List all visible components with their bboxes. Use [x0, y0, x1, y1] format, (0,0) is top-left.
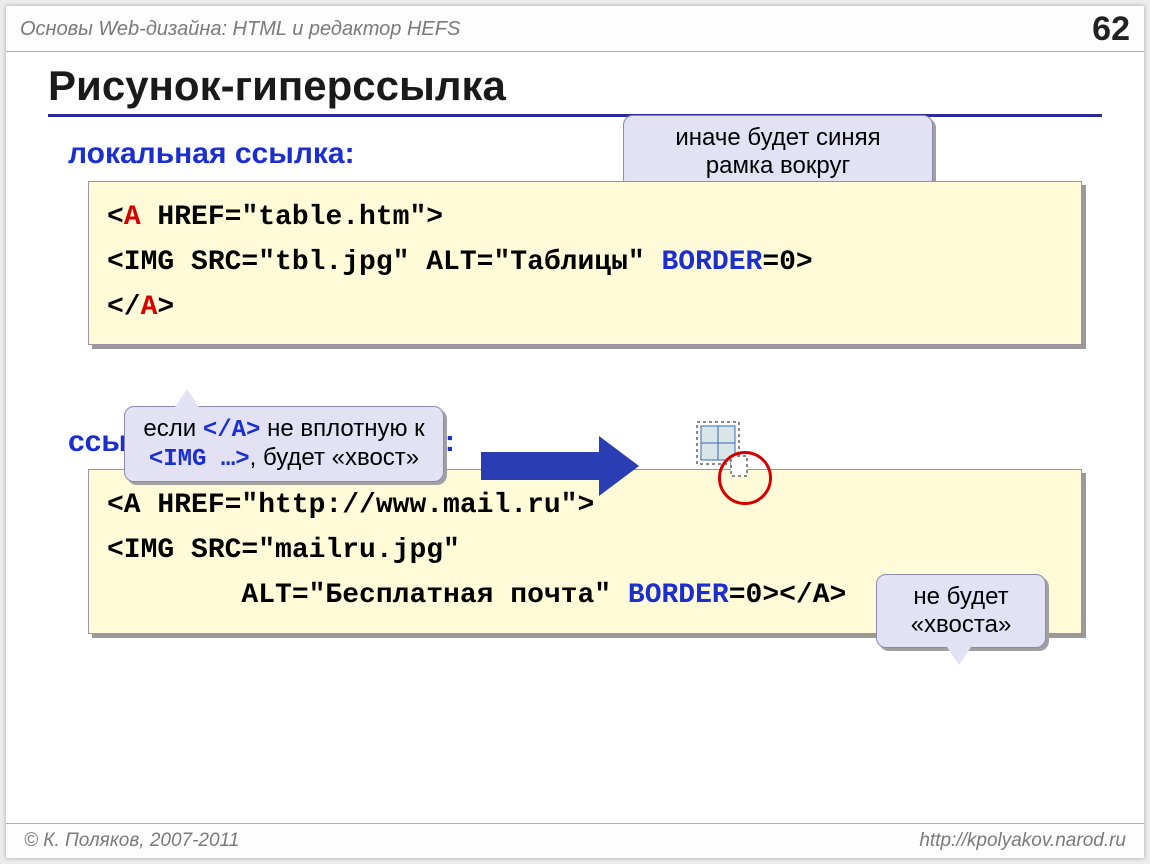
callout-line: если </A> не вплотную к [143, 415, 425, 444]
code-line: <IMG SRC="tbl.jpg" ALT="Таблицы" BORDER=… [107, 241, 1063, 286]
callout-line: <IMG …>, будет «хвост» [143, 444, 425, 473]
tag-a: A [141, 292, 158, 323]
highlight-circle-icon [718, 451, 772, 505]
callout-line: рамка вокруг [642, 152, 914, 180]
callout-tail [947, 647, 971, 665]
callout-no-tail: не будет «хвоста» [876, 574, 1046, 648]
callout-border-note: иначе будет синяя рамка вокруг [623, 115, 933, 189]
arrow-icon [481, 436, 639, 496]
tag-a: A [124, 202, 141, 233]
page-number: 62 [1092, 10, 1130, 49]
footer-copyright: © К. Поляков, 2007-2011 [24, 830, 239, 852]
section-1-label: локальная ссылка: [68, 137, 1144, 171]
header-title: Основы Web-дизайна: HTML и редактор HEFS [20, 18, 460, 41]
callout-line: иначе будет синяя [642, 124, 914, 152]
callout-line: «хвоста» [895, 611, 1027, 639]
code-line: <A HREF="table.htm"> [107, 196, 1063, 241]
title-underline [48, 114, 1102, 117]
footer-bar: © К. Поляков, 2007-2011 http://kpolyakov… [6, 823, 1144, 858]
keyword-border: BORDER [628, 580, 729, 611]
callout-line: не будет [895, 583, 1027, 611]
header-bar: Основы Web-дизайна: HTML и редактор HEFS… [6, 6, 1144, 52]
callout-tail-note: если </A> не вплотную к <IMG …>, будет «… [124, 406, 444, 482]
page-title: Рисунок-гиперссылка [48, 62, 1144, 110]
callout-tail [175, 389, 199, 407]
footer-url: http://kpolyakov.narod.ru [919, 830, 1126, 852]
code-box-local-link: <A HREF="table.htm"> <IMG SRC="tbl.jpg" … [88, 181, 1082, 345]
keyword-border: BORDER [662, 247, 763, 278]
slide: Основы Web-дизайна: HTML и редактор HEFS… [6, 6, 1144, 858]
code-line: </A> [107, 286, 1063, 331]
code-line: <IMG SRC="mailru.jpg" [107, 529, 1063, 574]
